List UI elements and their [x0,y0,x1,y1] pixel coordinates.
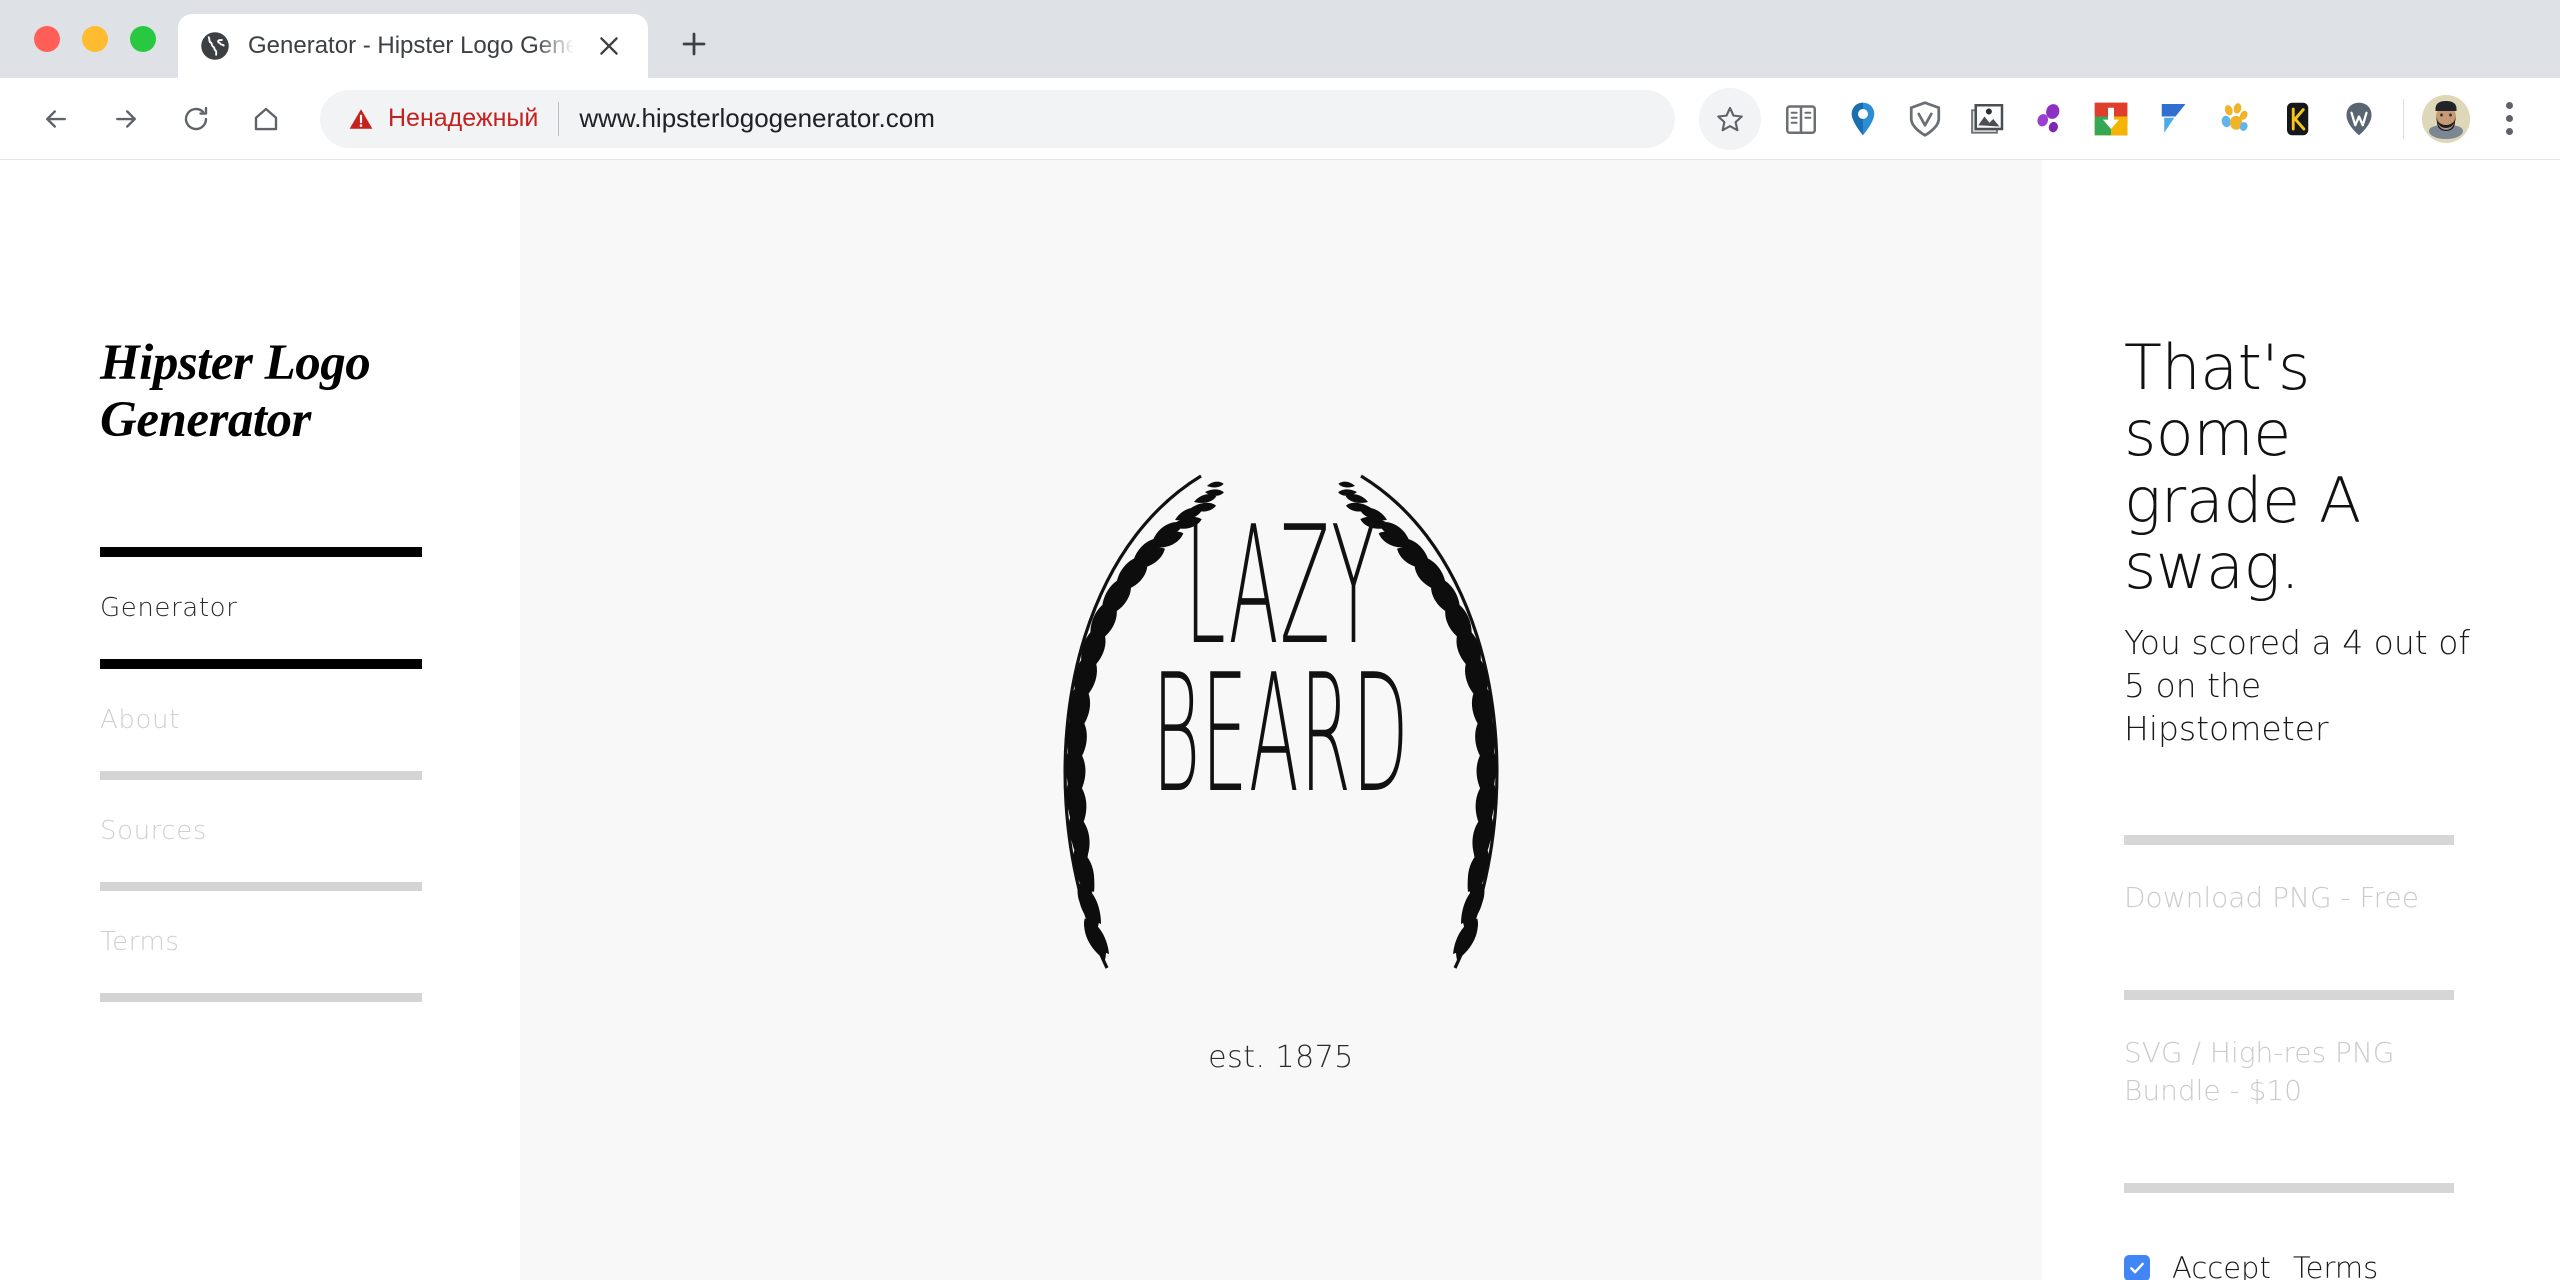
browser-window: Generator - Hipster Logo Gene Ненадежный [0,0,2560,1280]
sidebar: Hipster Logo Generator Generator About S… [0,160,520,1280]
logo-established-text: est. 1875 [1208,1040,1354,1075]
extensions-row [1775,93,2385,145]
location-pin-icon[interactable] [1837,93,1889,145]
sidebar-item-generator[interactable]: Generator [100,557,422,659]
avatar[interactable] [2422,94,2470,143]
browser-toolbar: Ненадежный www.hipsterlogogenerator.com [0,78,2560,160]
address-bar[interactable]: Ненадежный www.hipsterlogogenerator.com [320,89,1675,148]
score-subline: You scored a 4 out of 5 on the Hipstomet… [2124,623,2471,749]
nav-rule-generator [100,659,422,670]
download-bundle-button[interactable]: SVG / High-res PNG Bundle - $10 [2124,1000,2454,1145]
nav-rule-about [100,771,422,781]
logo-line-2: BEARD [1152,639,1410,829]
brand-line-2: Generator [100,392,311,449]
download-rule-mid [2124,989,2454,1000]
logo-preview-canvas: LAZY BEARD est. 1875 [520,160,2042,1280]
generated-logo[interactable]: LAZY BEARD [941,460,1621,980]
save-image-icon[interactable] [1961,93,2013,145]
maximize-window-button[interactable] [130,26,156,52]
warning-triangle-icon [348,106,374,132]
sidebar-item-about[interactable]: About [100,669,422,771]
nav-rule-top [100,547,422,558]
globe-icon [200,31,230,61]
security-status-label: Ненадежный [388,104,539,132]
forward-arrow-icon[interactable] [94,87,158,151]
wikiwand-w-icon[interactable] [2333,93,2385,145]
star-icon[interactable] [1699,87,1761,150]
page-title: Hipster Logo Generator [100,335,430,449]
page-content: Hipster Logo Generator Generator About S… [0,160,2560,1280]
score-headline: That's some grade A swag. [2124,331,2361,603]
home-icon[interactable] [234,87,298,151]
sidebar-item-terms[interactable]: Terms [100,891,422,993]
nav-rule-sources [100,882,422,892]
nav-rule-terms [100,993,422,1003]
reading-list-icon[interactable] [1775,93,1827,145]
omnibox-divider [558,101,560,136]
close-window-button[interactable] [34,26,60,52]
tab-strip: Generator - Hipster Logo Gene [0,0,2560,78]
toolbar-divider [2403,98,2404,139]
download-chrome-icon[interactable] [2085,93,2137,145]
shield-v-icon[interactable] [1899,93,1951,145]
laurel-wreath-icon: LAZY BEARD [941,460,1621,980]
new-tab-button[interactable] [666,16,722,72]
accept-terms-checkbox[interactable] [2124,1254,2150,1280]
download-rule-bottom [2124,1182,2454,1193]
browser-tab[interactable]: Generator - Hipster Logo Gene [178,14,648,78]
terms-link[interactable]: Terms [2293,1251,2378,1280]
accept-label: Accept [2172,1250,2271,1280]
results-panel: That's some grade A swag. You scored a 4… [2042,160,2560,1280]
url-text[interactable]: www.hipsterlogogenerator.com [579,103,935,134]
purple-dots-icon[interactable] [2023,93,2075,145]
download-png-free-button[interactable]: Download PNG - Free [2124,845,2454,952]
download-rule-top [2124,834,2454,845]
minimize-window-button[interactable] [82,26,108,52]
sidebar-nav: Generator About Sources Terms [100,547,422,1003]
close-tab-button[interactable] [592,29,626,63]
sidebar-item-sources[interactable]: Sources [100,780,422,882]
window-controls [18,26,178,78]
kami-k-icon[interactable] [2271,93,2323,145]
tab-title: Generator - Hipster Logo Gene [248,32,574,59]
reload-icon[interactable] [164,87,228,151]
brand-line-1: Hipster Logo [100,335,371,391]
three-dot-menu-icon[interactable] [2482,92,2536,146]
accept-terms-row: Accept Terms [2124,1251,2472,1280]
blue-flag-icon[interactable] [2147,93,2199,145]
paw-prints-icon[interactable] [2209,93,2261,145]
back-arrow-icon[interactable] [24,87,88,151]
